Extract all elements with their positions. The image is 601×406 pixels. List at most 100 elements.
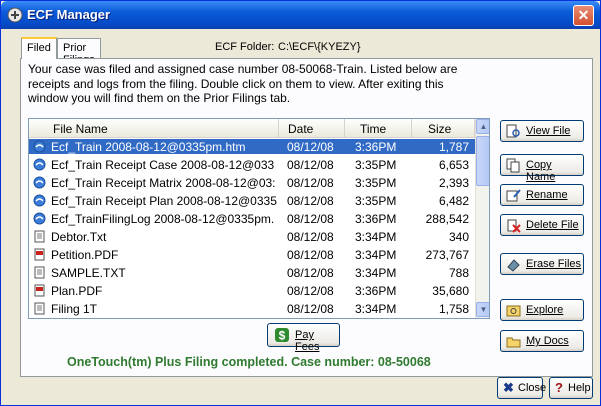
folder-icon	[506, 334, 521, 349]
cell-time: 3:35PM	[355, 176, 397, 190]
cell-time: 3:36PM	[355, 284, 397, 298]
column-header-date[interactable]: Date	[279, 119, 345, 138]
pay-fees-button[interactable]: $ Pay Fees	[267, 323, 340, 353]
cell-time: 3:34PM	[355, 302, 397, 316]
cell-name: Ecf_Train Receipt Case 2008-08-12@033	[51, 158, 275, 172]
delete-file-button[interactable]: Delete File	[500, 214, 584, 236]
view-file-label: View File	[526, 125, 571, 137]
view-file-button[interactable]: View File	[500, 120, 584, 142]
scroll-up-icon[interactable]: ▲	[476, 119, 489, 134]
cell-size: 1,787	[438, 140, 469, 154]
copy-name-button[interactable]: Copy Name	[500, 154, 584, 183]
cell-date: 08/12/08	[287, 212, 334, 226]
column-header-file-name[interactable]: File Name	[29, 119, 279, 138]
cell-name: Filing 1T	[51, 302, 98, 316]
explore-button[interactable]: Explore	[500, 299, 584, 321]
rename-label: Rename	[526, 189, 568, 201]
pdf-file-icon	[33, 284, 46, 297]
cell-name: Ecf_Train 2008-08-12@0335pm.htm	[51, 140, 246, 154]
tab-prior-filings[interactable]: Prior Filings	[57, 38, 101, 66]
file-list[interactable]: File Name Date Time Size Ecf_Train 2008-…	[28, 118, 490, 319]
window-close-button[interactable]: ✕	[573, 5, 594, 26]
window-title: ECF Manager	[27, 7, 111, 22]
cell-time: 3:35PM	[355, 194, 397, 208]
list-item[interactable]: Filing 1T 08/12/08 3:34PM 1,758	[29, 301, 475, 316]
cell-size: 6,653	[438, 158, 469, 172]
column-header-size[interactable]: Size	[412, 119, 475, 138]
scroll-thumb[interactable]	[476, 136, 489, 186]
text-file-icon	[33, 302, 46, 315]
list-item[interactable]: Ecf_Train 2008-08-12@0335pm.htm 08/12/08 3…	[29, 139, 475, 155]
ie-doc-icon	[33, 194, 46, 207]
scroll-down-icon[interactable]: ▼	[476, 302, 489, 317]
erase-files-button[interactable]: Erase Files	[500, 253, 584, 275]
close-button[interactable]: ✖ Close	[497, 377, 547, 399]
cell-size: 2,393	[438, 176, 469, 190]
cell-size: 35,680	[432, 284, 469, 298]
cell-date: 08/12/08	[287, 194, 334, 208]
delete-icon	[506, 218, 521, 233]
my-docs-button[interactable]: My Docs	[500, 330, 584, 352]
cell-date: 08/12/08	[287, 176, 334, 190]
vertical-scrollbar[interactable]: ▲ ▼	[475, 119, 489, 318]
cell-date: 08/12/08	[287, 284, 334, 298]
list-item[interactable]: Ecf_Train Receipt Plan 2008-08-12@0335 08…	[29, 193, 475, 208]
list-item[interactable]: Debtor.Txt 08/12/08 3:34PM 340	[29, 229, 475, 244]
cell-size: 273,767	[425, 248, 469, 262]
text-file-icon	[33, 230, 46, 243]
list-item[interactable]: Ecf_Train Receipt Case 2008-08-12@033 08/…	[29, 157, 475, 172]
cell-size: 6,482	[438, 194, 469, 208]
status-message: OneTouch(tm) Plus Filing completed. Case…	[67, 355, 431, 369]
help-icon: ?	[555, 380, 563, 395]
cell-name: Debtor.Txt	[51, 230, 107, 244]
cell-time: 3:34PM	[355, 248, 397, 262]
title-bar[interactable]: ECF Manager ✕	[1, 1, 600, 29]
cell-name: Petition.PDF	[51, 248, 119, 262]
cell-name: Ecf_TrainFilingLog 2008-08-12@0335pm.	[51, 212, 275, 226]
cell-name: Ecf_Train Receipt Plan 2008-08-12@0335	[51, 194, 277, 208]
explore-label: Explore	[526, 304, 564, 316]
cell-size: 788	[448, 266, 469, 280]
close-icon: ✖	[503, 380, 514, 395]
column-header-time[interactable]: Time	[345, 119, 412, 138]
cell-time: 3:36PM	[355, 212, 397, 226]
text-file-icon	[33, 266, 46, 279]
cell-date: 08/12/08	[287, 140, 334, 154]
delete-file-label: Delete File	[526, 219, 579, 231]
magnifier-doc-icon	[506, 124, 521, 139]
pdf-file-icon	[33, 248, 46, 261]
ie-doc-icon	[33, 212, 46, 225]
cell-name: SAMPLE.TXT	[51, 266, 126, 280]
list-item[interactable]: Petition.PDF 08/12/08 3:34PM 273,767	[29, 247, 475, 262]
list-item[interactable]: Ecf_Train Receipt Matrix 2008-08-12@03: 0…	[29, 175, 475, 190]
app-icon	[7, 7, 23, 23]
cell-time: 3:36PM	[355, 140, 397, 154]
ie-doc-icon	[33, 140, 46, 153]
erase-files-label: Erase Files	[526, 258, 582, 270]
cell-name: Ecf_Train Receipt Matrix 2008-08-12@03:	[51, 176, 276, 190]
cell-time: 3:34PM	[355, 266, 397, 280]
pay-fees-label: Pay Fees	[295, 329, 320, 353]
cell-date: 08/12/08	[287, 266, 334, 280]
rename-button[interactable]: Rename	[500, 184, 584, 206]
description-text: Your case was filed and assigned case nu…	[28, 62, 458, 105]
tab-filed[interactable]: Filed	[21, 37, 57, 59]
list-item[interactable]: Ecf_TrainFilingLog 2008-08-12@0335pm. 08/…	[29, 211, 475, 226]
cell-size: 340	[448, 230, 469, 244]
cell-time: 3:35PM	[355, 158, 397, 172]
help-button[interactable]: ? Help	[549, 377, 593, 399]
cell-time: 3:34PM	[355, 230, 397, 244]
cell-size: 288,542	[425, 212, 469, 226]
help-label: Help	[568, 382, 591, 394]
eraser-icon	[506, 257, 521, 272]
svg-text:$: $	[279, 329, 286, 343]
close-label: Close	[518, 382, 547, 394]
my-docs-label: My Docs	[526, 335, 569, 347]
list-item[interactable]: Plan.PDF 08/12/08 3:36PM 35,680	[29, 283, 475, 298]
ie-doc-icon	[33, 158, 46, 171]
list-item[interactable]: SAMPLE.TXT 08/12/08 3:34PM 788	[29, 265, 475, 280]
ecf-manager-window: ECF Manager ✕ Filed Prior Filings ECF Fo…	[0, 0, 601, 406]
cell-date: 08/12/08	[287, 302, 334, 316]
copy-name-label: Copy Name	[526, 159, 556, 183]
explore-icon	[506, 303, 521, 318]
